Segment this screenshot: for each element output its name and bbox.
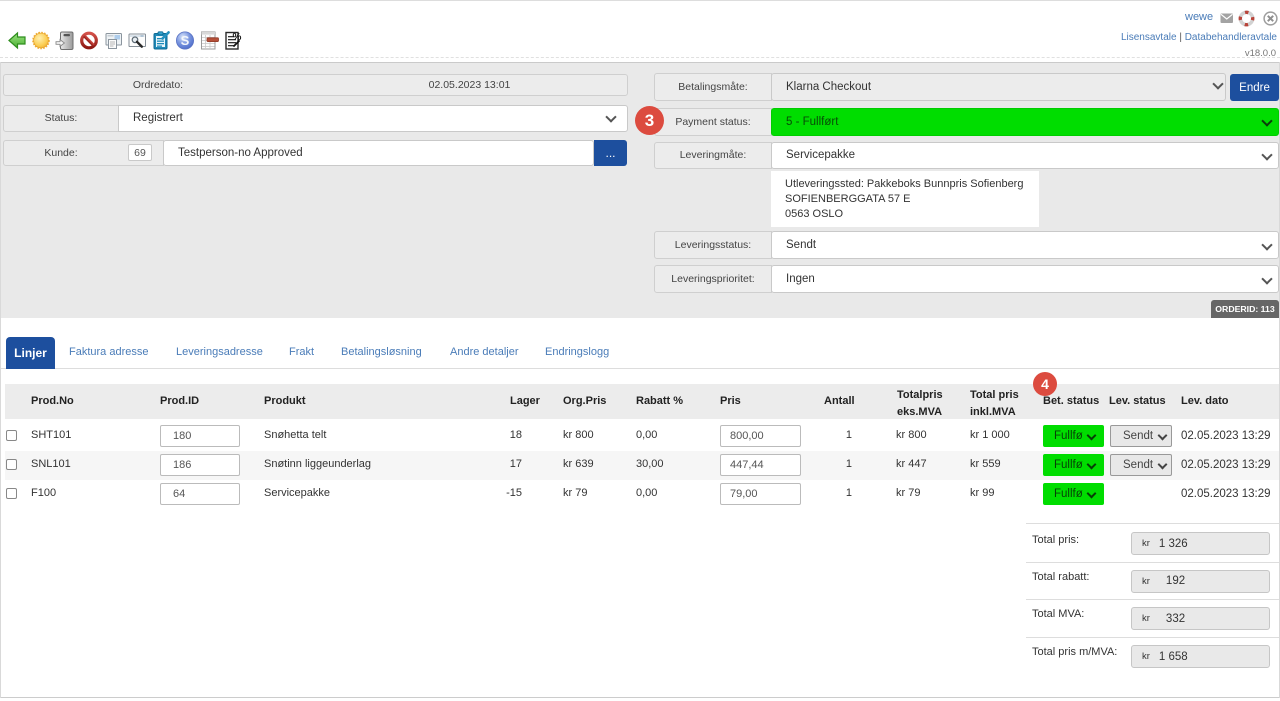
svg-text:S: S [181, 33, 190, 48]
svg-text:%: % [233, 32, 242, 43]
